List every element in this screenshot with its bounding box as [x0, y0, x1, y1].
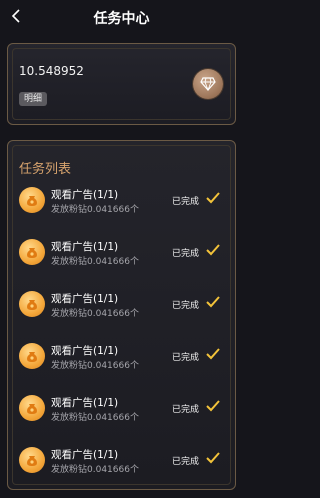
balance-card: 10.548952 明细 — [7, 43, 236, 125]
task-name: 观看广告(1/1) — [51, 189, 119, 201]
detail-button[interactable]: 明细 — [19, 92, 48, 106]
task-item[interactable]: 观看广告(1/1) 发放粉钻0.041666个 已完成 — [19, 237, 229, 269]
task-status: 已完成 — [172, 197, 200, 207]
diamond-button[interactable] — [193, 69, 223, 99]
task-status: 已完成 — [172, 457, 200, 467]
task-name: 观看广告(1/1) — [51, 345, 119, 357]
task-desc: 发放粉钻0.041666个 — [51, 309, 139, 319]
diamond-icon — [200, 77, 216, 91]
task-name: 观看广告(1/1) — [51, 397, 119, 409]
check-icon — [206, 244, 220, 256]
check-icon — [206, 452, 220, 464]
task-desc: 发放粉钻0.041666个 — [51, 257, 139, 267]
task-list-panel: 任务列表 观看广告(1/1) 发放粉钻0.041666个 已完成 观看广告(1/… — [7, 140, 236, 490]
check-icon — [206, 400, 220, 412]
task-item[interactable]: 观看广告(1/1) 发放粉钻0.041666个 已完成 — [19, 185, 229, 217]
balance-value: 10.548952 — [19, 64, 84, 78]
task-item[interactable]: 观看广告(1/1) 发放粉钻0.041666个 已完成 — [19, 393, 229, 425]
task-name: 观看广告(1/1) — [51, 293, 119, 305]
task-desc: 发放粉钻0.041666个 — [51, 361, 139, 371]
task-name: 观看广告(1/1) — [51, 449, 119, 461]
task-desc: 发放粉钻0.041666个 — [51, 205, 139, 215]
page-title: 任务中心 — [93, 11, 150, 27]
task-item[interactable]: 观看广告(1/1) 发放粉钻0.041666个 已完成 — [19, 445, 229, 477]
task-status: 已完成 — [172, 405, 200, 415]
task-status: 已完成 — [172, 301, 200, 311]
task-status: 已完成 — [172, 249, 200, 259]
reward-bag-icon — [19, 291, 45, 317]
task-list-title: 任务列表 — [19, 162, 72, 177]
check-icon — [206, 192, 220, 204]
header-bar: 任务中心 — [0, 0, 243, 36]
task-item[interactable]: 观看广告(1/1) 发放粉钻0.041666个 已完成 — [19, 289, 229, 321]
task-name: 观看广告(1/1) — [51, 241, 119, 253]
reward-bag-icon — [19, 395, 45, 421]
check-icon — [206, 296, 220, 308]
check-icon — [206, 348, 220, 360]
task-desc: 发放粉钻0.041666个 — [51, 413, 139, 423]
reward-bag-icon — [19, 343, 45, 369]
task-status: 已完成 — [172, 353, 200, 363]
reward-bag-icon — [19, 447, 45, 473]
reward-bag-icon — [19, 187, 45, 213]
reward-bag-icon — [19, 239, 45, 265]
task-item[interactable]: 观看广告(1/1) 发放粉钻0.041666个 已完成 — [19, 341, 229, 373]
task-desc: 发放粉钻0.041666个 — [51, 465, 139, 475]
